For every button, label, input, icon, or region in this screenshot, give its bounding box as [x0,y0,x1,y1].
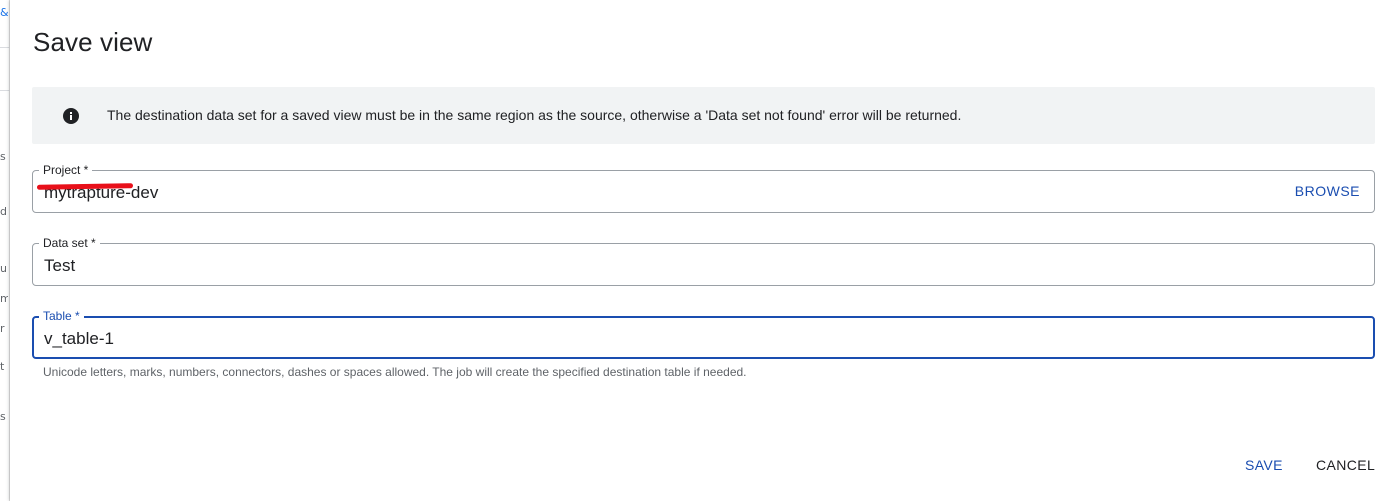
browse-button[interactable]: BROWSE [1295,183,1360,199]
info-message: The destination data set for a saved vie… [107,107,962,123]
background-page-strip: & s d u m r t s [0,0,10,501]
info-banner: The destination data set for a saved vie… [32,87,1375,144]
background-divider [0,90,10,91]
cancel-button[interactable]: CANCEL [1316,457,1375,473]
background-text-fragment: s [0,150,6,163]
background-text-fragment: m [0,292,8,305]
table-field[interactable]: Table * v_table-1 [32,309,1375,359]
dataset-value[interactable]: Test [44,256,75,276]
background-divider [0,47,10,48]
background-text-fragment: u [0,262,7,275]
save-button[interactable]: SAVE [1245,457,1283,473]
save-view-dialog: Save view The destination data set for a… [10,0,1400,501]
dataset-label: Data set * [39,236,100,250]
project-label: Project * [39,163,93,177]
info-icon [63,108,79,124]
dataset-field[interactable]: Data set * Test [32,236,1375,286]
background-text-fragment: r [0,322,5,335]
background-link-fragment[interactable]: & [0,6,8,19]
table-label: Table * [39,309,84,323]
dialog-title: Save view [33,27,153,57]
table-hint: Unicode letters, marks, numbers, connect… [43,365,747,379]
background-text-fragment: d [0,205,7,218]
table-input[interactable]: v_table-1 [44,329,114,349]
project-field[interactable]: Project * mytrapture-dev BROWSE [32,163,1375,213]
background-text-fragment: s [0,410,6,423]
background-text-fragment: t [0,360,5,373]
